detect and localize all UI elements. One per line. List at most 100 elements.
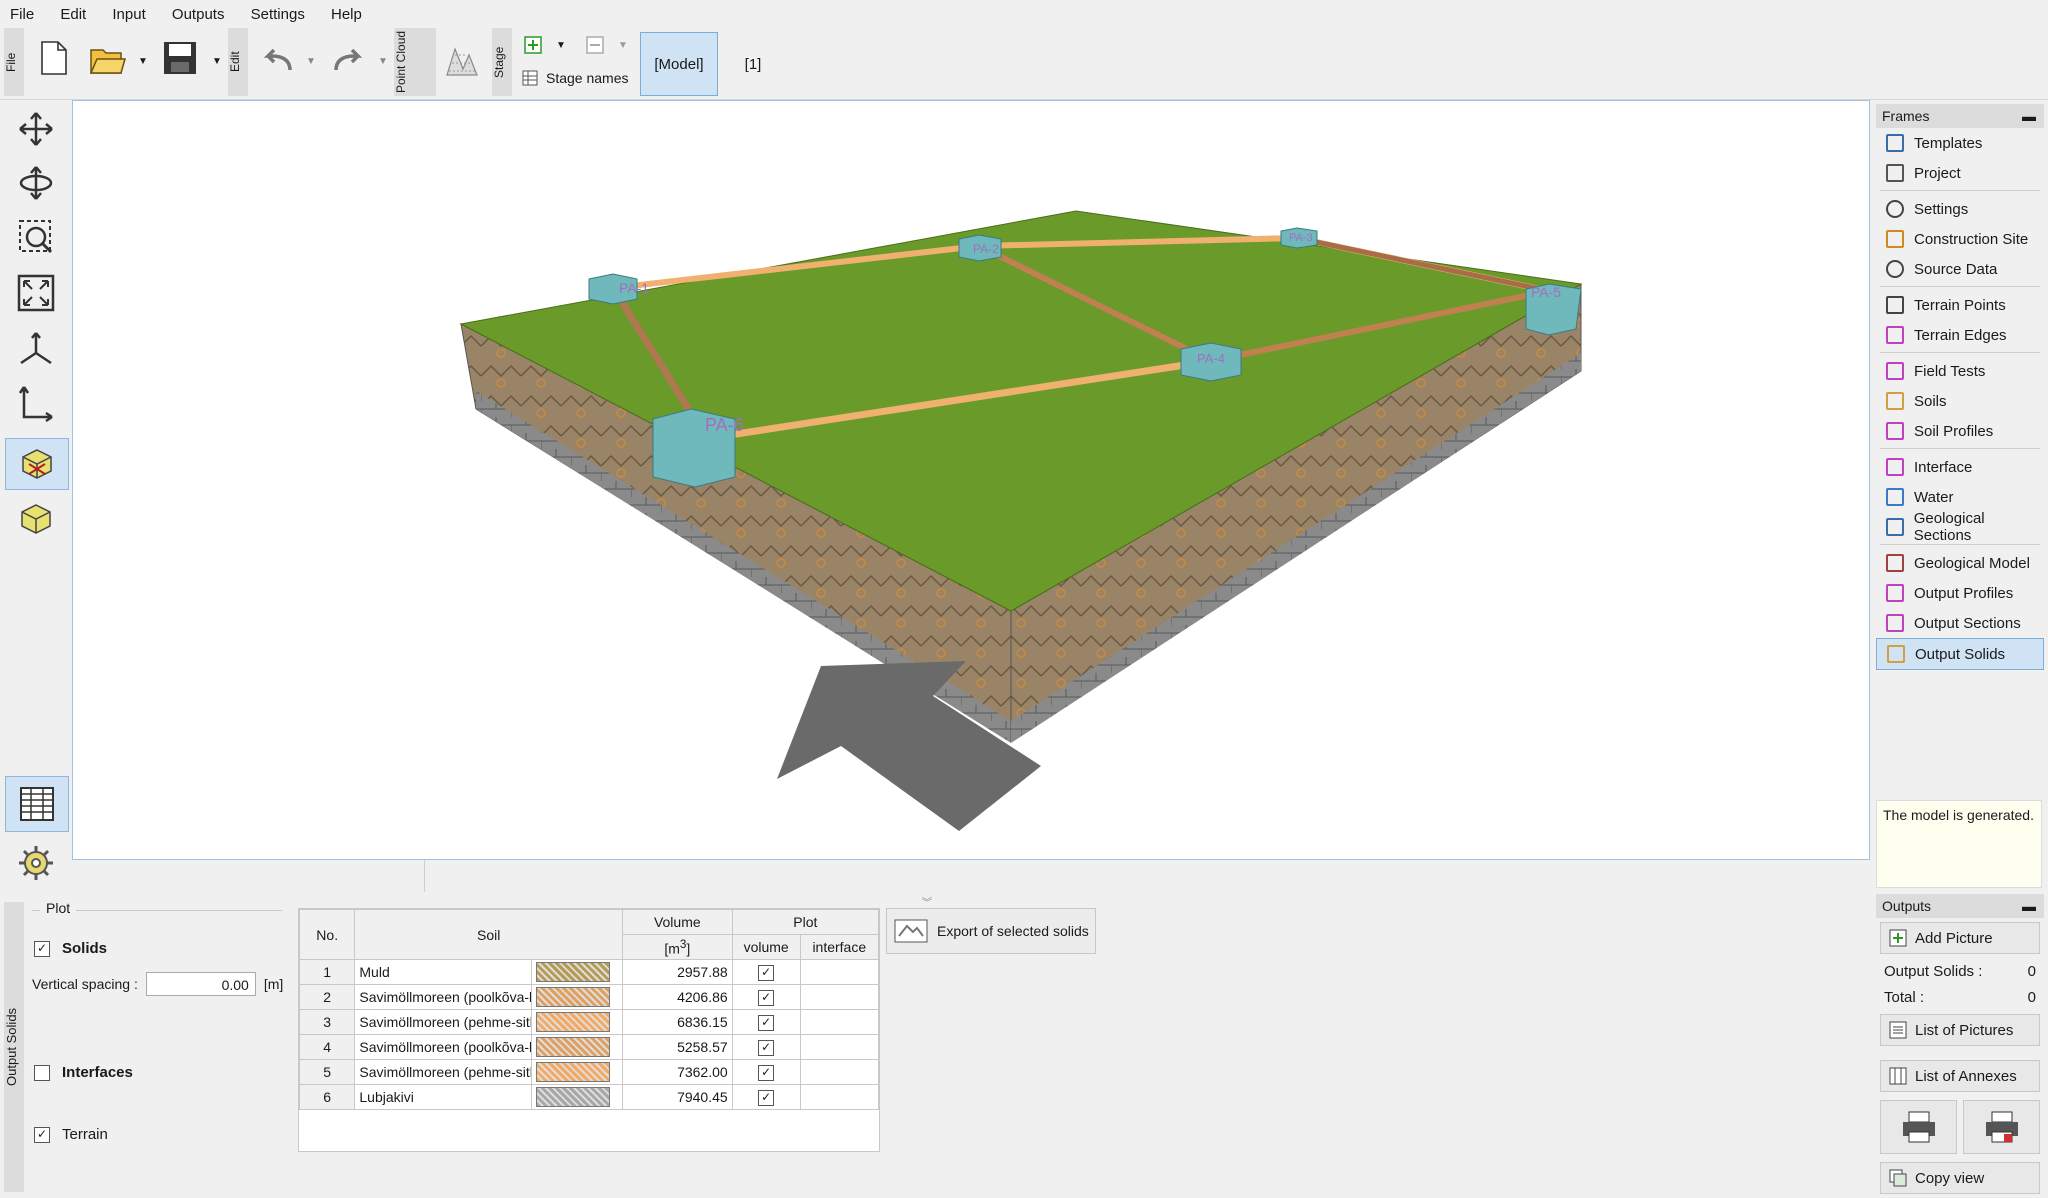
geological-model-3d: PA-1 PA-2 PA-3 PA-4 PA-5 PA-6 (459, 210, 1583, 831)
plot-volume-checkbox[interactable]: ✓ (758, 964, 775, 981)
redo-dropdown-icon[interactable]: ▼ (378, 56, 388, 67)
output-solids-side-tab[interactable]: Output Solids (4, 902, 24, 1192)
soil-volume: 6836.15 (621, 1009, 733, 1035)
frame-source-data[interactable]: Source Data (1876, 254, 2044, 284)
open-folder-icon[interactable] (88, 40, 128, 80)
frame-terrain-points[interactable]: Terrain Points (1876, 290, 2044, 320)
interfaces-checkbox-row[interactable]: Interfaces (34, 1064, 133, 1081)
new-file-icon[interactable] (36, 36, 72, 80)
menu-edit[interactable]: Edit (60, 4, 86, 26)
col-plot: Plot (731, 909, 880, 935)
axes-2d-icon[interactable] (5, 378, 67, 428)
menu-settings[interactable]: Settings (251, 4, 305, 26)
point-cloud-icon[interactable] (442, 42, 482, 82)
print-button[interactable] (1880, 1100, 1957, 1154)
zoom-extents-icon[interactable] (5, 268, 67, 318)
stage-names-toggle[interactable]: Stage names (522, 70, 629, 86)
vertical-spacing-input[interactable]: 0.00 (145, 972, 256, 996)
terrain-checkbox-row[interactable]: ✓ Terrain (34, 1126, 108, 1143)
table-row[interactable]: 2Savimöllmoreen (poolkõva-kõva 4206.86 ✓ (298, 984, 880, 1010)
frame-water[interactable]: Water (1876, 482, 2044, 512)
remove-stage-icon[interactable] (584, 34, 606, 56)
frames-separator (1880, 190, 2040, 191)
table-row[interactable]: 6 Lubjakivi 7940.45 ✓ (298, 1084, 880, 1110)
menu-help[interactable]: Help (331, 4, 362, 26)
collapse-icon[interactable]: ▬ (2022, 104, 2036, 128)
table-row[interactable]: 5 Savimöllmoreen (pehme-sitke) 7362.00 ✓ (298, 1059, 880, 1085)
table-row[interactable]: 3 Savimöllmoreen (pehme-sitke) 6836.15 ✓ (298, 1009, 880, 1035)
undo-icon[interactable] (258, 42, 298, 78)
point-cloud-tab[interactable]: Point Cloud (394, 28, 436, 96)
view-solid-icon[interactable] (5, 438, 69, 490)
export-selected-solids-button[interactable]: Export of selected solids (886, 908, 1096, 954)
frame-geological-sections[interactable]: Geological Sections (1876, 510, 2044, 544)
solids-checkbox-row[interactable]: ✓ Solids (34, 940, 107, 957)
add-stage-icon[interactable] (522, 34, 544, 56)
frame-field-tests[interactable]: Field Tests (1876, 356, 2044, 386)
plot-volume-checkbox[interactable]: ✓ (758, 989, 775, 1006)
menu-input[interactable]: Input (112, 4, 145, 26)
file-tab[interactable]: File (4, 28, 24, 96)
frame-output-sections[interactable]: Output Sections (1876, 608, 2044, 638)
plot-volume-checkbox[interactable]: ✓ (758, 1089, 775, 1106)
solids-checkbox[interactable]: ✓ (34, 940, 50, 957)
output-sections-icon (1886, 614, 1904, 632)
frame-output-profiles[interactable]: Output Profiles (1876, 578, 2044, 608)
redo-icon[interactable] (328, 42, 368, 78)
add-stage-dropdown-icon[interactable]: ▼ (556, 40, 566, 51)
interfaces-checkbox[interactable] (34, 1064, 50, 1081)
plot-volume-checkbox[interactable]: ✓ (758, 1014, 775, 1031)
move-icon[interactable] (5, 104, 67, 154)
table-row[interactable]: 1 Muld 2957.88 ✓ (298, 959, 880, 985)
plot-volume-checkbox[interactable]: ✓ (758, 1064, 775, 1081)
frame-project[interactable]: Project (1876, 158, 2044, 188)
view-box-icon[interactable] (5, 494, 67, 544)
list-of-pictures-button[interactable]: List of Pictures (1880, 1014, 2040, 1046)
frame-soil-profiles[interactable]: Soil Profiles (1876, 416, 2044, 446)
frame-output-solids[interactable]: Output Solids (1876, 638, 2044, 670)
remove-stage-dropdown-icon[interactable]: ▼ (618, 40, 628, 51)
output-solids-count-value: 0 (2027, 962, 2036, 980)
save-icon[interactable] (160, 38, 200, 78)
col-soil: Soil (354, 909, 623, 960)
axes-3d-icon[interactable] (5, 324, 67, 374)
list-of-annexes-button[interactable]: List of Annexes (1880, 1060, 2040, 1092)
table-row[interactable]: 4Savimöllmoreen (poolkõva-kõva 5258.57 ✓ (298, 1034, 880, 1060)
frame-label: Settings (1914, 200, 1969, 218)
frame-construction-site[interactable]: Construction Site (1876, 224, 2044, 254)
frame-geological-model[interactable]: Geological Model (1876, 548, 2044, 578)
print-pdf-button[interactable] (1963, 1100, 2040, 1154)
open-dropdown-icon[interactable]: ▼ (138, 56, 148, 67)
table-view-icon[interactable] (5, 776, 69, 832)
solids-label: Solids (62, 940, 108, 957)
model-viewport[interactable]: PA-1 PA-2 PA-3 PA-4 PA-5 PA-6 (72, 100, 1870, 860)
frame-templates[interactable]: Templates (1876, 128, 2044, 158)
terrain-checkbox[interactable]: ✓ (34, 1126, 50, 1143)
edit-tab[interactable]: Edit (228, 28, 248, 96)
settings-gear-icon[interactable] (5, 836, 67, 890)
stage-1-button[interactable]: [1] (738, 32, 768, 96)
rotate-icon[interactable] (5, 158, 67, 208)
save-dropdown-icon[interactable]: ▼ (212, 56, 222, 67)
collapse-icon[interactable]: ▬ (2022, 894, 2036, 918)
menu-file[interactable]: File (10, 4, 34, 26)
add-picture-button[interactable]: Add Picture (1880, 922, 2040, 954)
plot-volume-checkbox[interactable]: ✓ (758, 1039, 775, 1056)
frame-settings[interactable]: Settings (1876, 194, 2044, 224)
undo-dropdown-icon[interactable]: ▼ (306, 56, 316, 67)
soils-icon (1886, 392, 1904, 410)
copy-view-button[interactable]: Copy view (1880, 1162, 2040, 1194)
menu-outputs[interactable]: Outputs (172, 4, 225, 26)
frame-terrain-edges[interactable]: Terrain Edges (1876, 320, 2044, 350)
model-stage-button[interactable]: [Model] (640, 32, 718, 96)
frame-soils[interactable]: Soils (1876, 386, 2044, 416)
row-number: 1 (298, 959, 356, 985)
frames-list: Templates Project Settings Construction Sit… (1876, 128, 2044, 670)
frame-interface[interactable]: Interface (1876, 452, 2044, 482)
frame-label: Geological Sections (1913, 510, 1985, 544)
stage-tab[interactable]: Stage (492, 28, 512, 96)
frame-label: Templates (1914, 134, 1983, 152)
zoom-window-icon[interactable] (5, 212, 67, 262)
output-profiles-icon (1886, 584, 1904, 602)
outputs-panel: Outputs ▬ Add Picture Output Solids : 0 … (1876, 894, 2044, 1198)
